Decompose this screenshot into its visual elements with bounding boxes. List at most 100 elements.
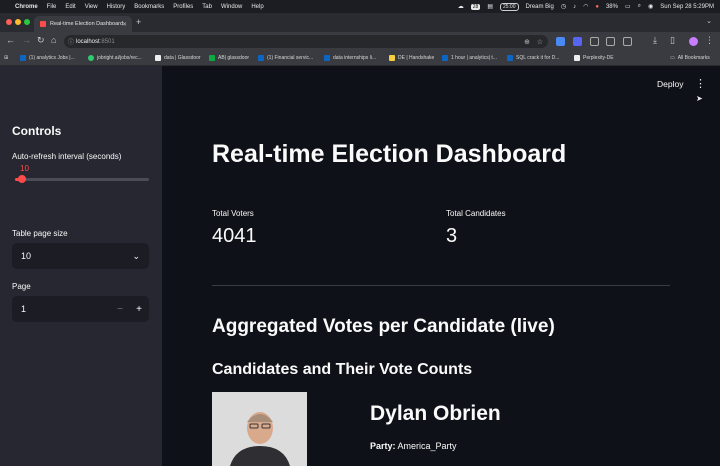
doc-icon xyxy=(155,55,161,61)
divider xyxy=(212,285,670,286)
all-bookmarks[interactable]: ▭ All Bookmarks xyxy=(670,55,710,61)
url-bar[interactable]: ⓘ localhost:8501 ⊕ ☆ xyxy=(64,35,548,48)
sound-icon[interactable]: ♪ xyxy=(573,4,576,10)
window-close-button[interactable] xyxy=(6,19,12,25)
search-icon[interactable]: ⌕ xyxy=(638,3,641,10)
menu-edit[interactable]: Edit xyxy=(65,4,75,10)
streamlit-favicon-icon xyxy=(40,21,46,27)
menu-file[interactable]: File xyxy=(47,4,57,10)
bookmark-item[interactable]: data internships li... xyxy=(324,55,376,61)
menu-app-name[interactable]: Chrome xyxy=(15,4,38,10)
menu-bookmarks[interactable]: Bookmarks xyxy=(134,4,164,10)
bookmark-star-icon[interactable]: ☆ xyxy=(537,38,543,46)
profile-avatar[interactable] xyxy=(689,37,698,46)
timer-pill[interactable]: 25:00 xyxy=(499,2,519,11)
page-number-input[interactable]: 1 − + xyxy=(12,296,149,322)
macos-menu-bar: Chrome File Edit View History Bookmarks … xyxy=(0,0,720,13)
linkedin-icon xyxy=(258,55,264,61)
page-size-select[interactable]: 10 ⌄ xyxy=(12,243,149,269)
cloud-icon[interactable]: ☁ xyxy=(458,3,464,10)
back-icon[interactable]: ← xyxy=(6,35,15,45)
window-minimize-button[interactable] xyxy=(15,19,21,25)
url-host: localhost xyxy=(76,38,100,45)
menu-history[interactable]: History xyxy=(107,4,126,10)
candidate-portrait-icon xyxy=(212,392,307,466)
page-size-label: Table page size xyxy=(12,229,68,238)
increment-button[interactable]: + xyxy=(136,304,142,315)
battery-icon[interactable]: ▭ xyxy=(625,3,631,10)
menu-window[interactable]: Window xyxy=(221,4,242,10)
discord-extension-icon[interactable] xyxy=(573,37,582,46)
chevron-down-icon: ⌄ xyxy=(132,250,140,261)
refresh-slider-track[interactable] xyxy=(15,178,149,181)
tab-groups-icon[interactable] xyxy=(623,37,632,46)
focus-label[interactable]: Dream Big xyxy=(526,4,554,10)
browser-toolbar: ← → ↻ ⌂ ⓘ localhost:8501 ⊕ ☆ ⤓ ▯ ⋮ xyxy=(0,32,720,51)
menu-view[interactable]: View xyxy=(85,4,98,10)
app-menu-icon[interactable]: ⋮ xyxy=(695,77,706,90)
slider-value: 10 xyxy=(20,164,29,173)
bookmark-item[interactable]: data | Glassdoor xyxy=(155,55,201,61)
menu-profiles[interactable]: Profiles xyxy=(173,4,193,10)
deploy-button[interactable]: Deploy xyxy=(657,79,683,89)
bookmark-item[interactable]: 1 hour | analytics| t... xyxy=(442,55,497,61)
password-extension-icon[interactable] xyxy=(606,37,615,46)
clock-icon[interactable]: ◷ xyxy=(561,3,566,10)
puzzle-extension-icon[interactable] xyxy=(590,37,599,46)
page-label: Page xyxy=(12,282,31,291)
candidate-photo xyxy=(212,392,307,466)
bookmark-item[interactable]: AB| glassdoor xyxy=(209,55,249,61)
tab-search-icon[interactable]: ⌄ xyxy=(706,17,712,25)
menu-help[interactable]: Help xyxy=(251,4,263,10)
section-title: Aggregated Votes per Candidate (live) xyxy=(212,316,555,337)
download-icon[interactable]: ⤓ xyxy=(653,35,657,46)
bookmark-item[interactable]: jobright.ai/jobs/rec... xyxy=(88,55,142,61)
browser-tab[interactable]: Real-time Election Dashboard ✕ xyxy=(34,16,132,32)
candidate-name: Dylan Obrien xyxy=(370,402,501,425)
wifi-icon[interactable]: ◠ xyxy=(583,3,588,10)
doc-icon[interactable]: ▤ xyxy=(487,3,493,10)
url-port: :8501 xyxy=(99,38,115,45)
bookmark-item[interactable]: DE | Handshake xyxy=(389,55,434,61)
party-label: Party: xyxy=(370,441,396,451)
control-center-icon[interactable]: ◉ xyxy=(648,3,653,10)
glassdoor-icon xyxy=(209,55,215,61)
bookmark-item[interactable]: SQL crack it for D... xyxy=(507,55,559,61)
status-badge[interactable]: 28 xyxy=(470,3,481,10)
refresh-slider-thumb[interactable] xyxy=(17,175,26,183)
metric-value-candidates: 3 xyxy=(446,225,458,247)
party-value: America_Party xyxy=(397,441,457,451)
forward-icon[interactable]: → xyxy=(22,35,31,45)
subsection-title: Candidates and Their Vote Counts xyxy=(212,361,473,378)
linkedin-icon xyxy=(507,55,513,61)
page-value: 1 xyxy=(21,304,27,314)
apps-grid-icon[interactable]: ⊞ xyxy=(4,55,8,61)
linkedin-icon xyxy=(20,55,26,61)
reload-icon[interactable]: ↻ xyxy=(37,35,45,46)
side-panel-icon[interactable]: ▯ xyxy=(670,35,675,46)
site-info-icon[interactable]: ⓘ xyxy=(68,37,74,46)
clock-label[interactable]: Sun Sep 28 5:29PM xyxy=(660,4,714,10)
doc-icon xyxy=(574,55,580,61)
home-icon[interactable]: ⌂ xyxy=(51,35,56,45)
menu-tab[interactable]: Tab xyxy=(202,4,212,10)
extension-icon[interactable] xyxy=(556,37,565,46)
bookmark-item[interactable]: Perplexity-DE xyxy=(574,55,614,61)
handshake-icon xyxy=(389,55,395,61)
decrement-button[interactable]: − xyxy=(117,304,123,315)
jobright-icon xyxy=(88,55,94,61)
bookmark-item[interactable]: (1) analytics Jobs |... xyxy=(20,55,75,61)
battery-label[interactable]: 38% xyxy=(606,4,618,10)
folder-icon: ▭ xyxy=(670,55,675,61)
metric-value-voters: 4041 xyxy=(212,225,257,247)
window-zoom-button[interactable] xyxy=(24,19,30,25)
new-tab-icon[interactable]: + xyxy=(136,17,141,27)
bookmark-item[interactable]: (1) Financial servic... xyxy=(258,55,313,61)
chrome-menu-icon[interactable]: ⋮ xyxy=(705,35,714,46)
zoom-icon[interactable]: ⊕ xyxy=(524,38,530,46)
browser-tab-strip: Real-time Election Dashboard ✕ + ⌄ xyxy=(0,13,720,32)
tab-close-icon[interactable]: ✕ xyxy=(122,21,127,28)
record-icon[interactable]: ● xyxy=(595,4,599,10)
metric-label-voters: Total Voters xyxy=(212,209,254,218)
mouse-cursor-icon: ➤ xyxy=(696,94,703,103)
